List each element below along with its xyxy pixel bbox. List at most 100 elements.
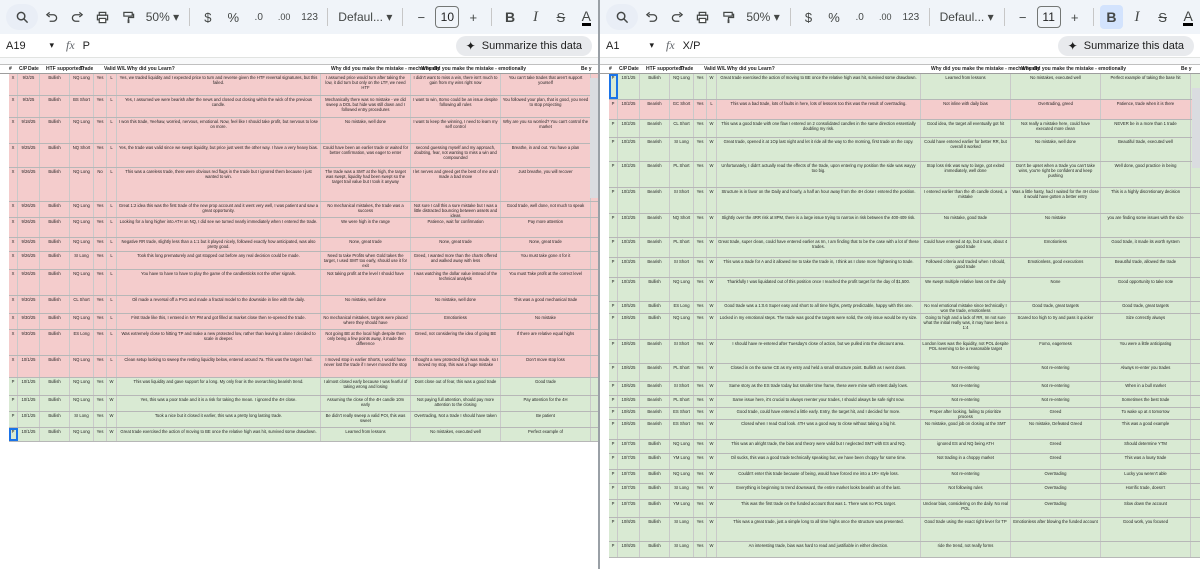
cell-bey[interactable]: Perfect example of — [501, 428, 591, 441]
cell-emo[interactable]: Was a little hasty, had I waited for the… — [1011, 188, 1101, 213]
table-row[interactable]: 30P10/6/25BullishNQ LongYesWLocked in my… — [609, 314, 1200, 340]
cell-cp[interactable]: X — [9, 96, 18, 117]
cell-wl[interactable]: L — [107, 252, 117, 269]
number-format-button[interactable]: 123 — [298, 5, 321, 29]
cell-bey[interactable]: Pay more attention — [501, 218, 591, 237]
cell-htf[interactable]: Bullish — [40, 270, 70, 295]
search-icon[interactable] — [610, 5, 634, 29]
cell-learn[interactable]: Yes, we traded liquidity and I expected … — [117, 74, 321, 95]
cell-learn[interactable]: This was a careless trade, there were ob… — [117, 168, 321, 201]
cell-bey[interactable]: Patience, trade when it is there — [1101, 100, 1191, 119]
cell-emo[interactable]: No mistakes, executed well — [1011, 74, 1101, 99]
cell-date[interactable]: 9/26/25 — [18, 238, 40, 251]
cell-emo[interactable]: Emotionless after blowing the funded acc… — [1011, 518, 1101, 541]
cell-htf[interactable]: Bearish — [640, 364, 670, 381]
cell-learn[interactable]: I won this trade, Yeehaw, worried, nervo… — [117, 118, 321, 143]
cell-htf[interactable]: Bullish — [40, 144, 70, 167]
cell-wl[interactable]: W — [707, 120, 717, 137]
table-row[interactable]: 35P10/6/25BearishES ShortYesWGood trade,… — [609, 408, 1200, 420]
cell-valid[interactable]: Yes — [694, 518, 707, 541]
cell-cp[interactable]: P — [609, 420, 618, 439]
cell-wl[interactable]: W — [107, 428, 117, 441]
cell-bey[interactable]: Good opportunity to take note — [1101, 278, 1191, 301]
cell-date[interactable]: 10/1/25 — [18, 378, 40, 395]
formula-input[interactable]: X/P — [683, 40, 1058, 52]
cell-learn[interactable]: Oil sucks, this was a good trade technic… — [717, 454, 921, 469]
cell-emo[interactable]: Dont close out of fear, this was a good … — [411, 378, 501, 395]
formula-input[interactable]: P — [83, 40, 456, 52]
cell-learn[interactable]: This was the first trade on the funded a… — [717, 500, 921, 517]
cell-date[interactable]: 10/1/25 — [18, 396, 40, 411]
cell-mech[interactable]: No real emotional mistake since technica… — [921, 302, 1011, 313]
cell-emo[interactable]: Fomo, eagerness — [1011, 340, 1101, 363]
cell-learn[interactable]: Closed in on the same CE as my entry and… — [717, 364, 921, 381]
cell-htf[interactable]: Bearish — [640, 382, 670, 395]
cell-bey[interactable]: Good trade, well done, not much to speak — [501, 202, 591, 217]
cell-cp[interactable]: P — [609, 314, 618, 339]
cell-cp[interactable]: P — [9, 428, 18, 441]
cell-htf[interactable]: Bullish — [640, 314, 670, 339]
table-row[interactable]: 34P10/6/25BearishPL ShortYesWSame issue … — [609, 396, 1200, 408]
cell-valid[interactable]: Yes — [694, 214, 707, 237]
cell-mech[interactable]: I entered earlier than the 4h candle clo… — [921, 188, 1011, 213]
cell-wl[interactable]: W — [707, 258, 717, 277]
italic-button[interactable]: I — [1125, 5, 1149, 29]
table-row[interactable]: 37P10/7/25BullishNQ LongYesWThis was an … — [609, 440, 1200, 454]
cell-bey[interactable]: You can't take trades that aren't suppor… — [501, 74, 591, 95]
cell-htf[interactable]: Bullish — [40, 218, 70, 237]
cell-learn[interactable]: Took a nice but it closed it earlier, th… — [117, 412, 321, 427]
cell-valid[interactable]: Yes — [694, 500, 707, 517]
cell-learn[interactable]: Great 1:2 idea this was the first trade … — [117, 202, 321, 217]
cell-wl[interactable]: W — [707, 454, 717, 469]
cell-valid[interactable]: Yes — [694, 314, 707, 339]
cell-bey[interactable]: This was a good example — [1101, 420, 1191, 439]
cell-wl[interactable]: W — [707, 440, 717, 453]
cell-trade[interactable]: NQ Long — [70, 314, 94, 329]
cell-cp[interactable]: P — [609, 364, 618, 381]
cell-mech[interactable]: Followed criteria and traded when I shou… — [921, 258, 1011, 277]
cell-emo[interactable]: Not really a mistake here, could have ex… — [1011, 120, 1101, 137]
cell-learn[interactable]: You have to have to have to play the gam… — [117, 270, 321, 295]
cell-emo[interactable]: I was watching the dollar value instead … — [411, 270, 501, 295]
cell-trade[interactable]: SI Long — [70, 252, 94, 269]
cell-mech[interactable]: Learned from lessons — [921, 74, 1011, 99]
cell-bey[interactable]: You followed your plan, that is good, yo… — [501, 96, 591, 117]
table-row[interactable]: 29P10/5/25BullishES LongYesWGood trade w… — [609, 302, 1200, 314]
cell-cp[interactable]: X — [9, 238, 18, 251]
cell-emo[interactable]: Greed, I wanted more than the charts off… — [411, 252, 501, 269]
cell-valid[interactable]: Yes — [94, 412, 107, 427]
cell-learn[interactable]: This was liquidity and gave support for … — [117, 378, 321, 395]
cell-mech[interactable]: We were high in the range — [321, 218, 411, 237]
cell-date[interactable]: 10/2/25 — [618, 162, 640, 187]
zoom-select[interactable]: 50% ▾ — [142, 10, 183, 24]
cell-emo[interactable]: Not re-entering — [1011, 382, 1101, 395]
cell-cp[interactable]: P — [609, 382, 618, 395]
table-row[interactable]: 26P10/3/25BearishPL ShortYesWGreat trade… — [609, 238, 1200, 258]
sheet-grid[interactable]: # C/P Date HTF supported? Trade Valid W/L Why d… — [600, 58, 1200, 569]
cell-valid[interactable]: Yes — [94, 270, 107, 295]
cell-htf[interactable]: Bearish — [640, 100, 670, 119]
cell-date[interactable]: 10/3/25 — [618, 278, 640, 301]
increase-font-size-button[interactable]: + — [1063, 5, 1087, 29]
cell-learn[interactable]: Yes, I assumed we were bearish after the… — [117, 96, 321, 117]
cell-mech[interactable]: No mistake, good trade — [921, 214, 1011, 237]
cell-learn[interactable]: Everything is beginning to trend downwar… — [717, 484, 921, 499]
cell-date[interactable]: 9/26/25 — [18, 218, 40, 237]
decrease-decimals-button[interactable]: .0 — [247, 5, 270, 29]
cell-trade[interactable]: NQ Long — [70, 202, 94, 217]
cell-bey[interactable]: You must take gone 4 for it — [501, 252, 591, 269]
cell-htf[interactable]: Bullish — [40, 378, 70, 395]
cell-learn[interactable]: Good trade was a 1:0.6 Super easy and sh… — [717, 302, 921, 313]
cell-date[interactable]: 10/2/25 — [618, 138, 640, 161]
cell-mech[interactable]: Could have been an earlier trade or wait… — [321, 144, 411, 167]
table-row[interactable]: 20P10/2/25BearishGC ShortYesLThis was a … — [609, 100, 1200, 120]
cell-emo[interactable]: Emotionless — [1011, 238, 1101, 257]
cell-bey[interactable]: Good work, you focused — [1101, 518, 1191, 541]
cell-mech[interactable]: Not trading in a choppy market — [921, 454, 1011, 469]
cell-trade[interactable]: NQ Long — [670, 440, 694, 453]
table-row[interactable]: 9X9/26/25BullishNQ LongYesLNegative RR t… — [9, 238, 598, 252]
cell-mech[interactable]: London lows was the liquidity, not POL d… — [921, 340, 1011, 363]
currency-format-button[interactable]: $ — [196, 5, 219, 29]
cell-trade[interactable]: NQ Long — [70, 428, 94, 441]
cell-valid[interactable]: Yes — [94, 330, 107, 355]
